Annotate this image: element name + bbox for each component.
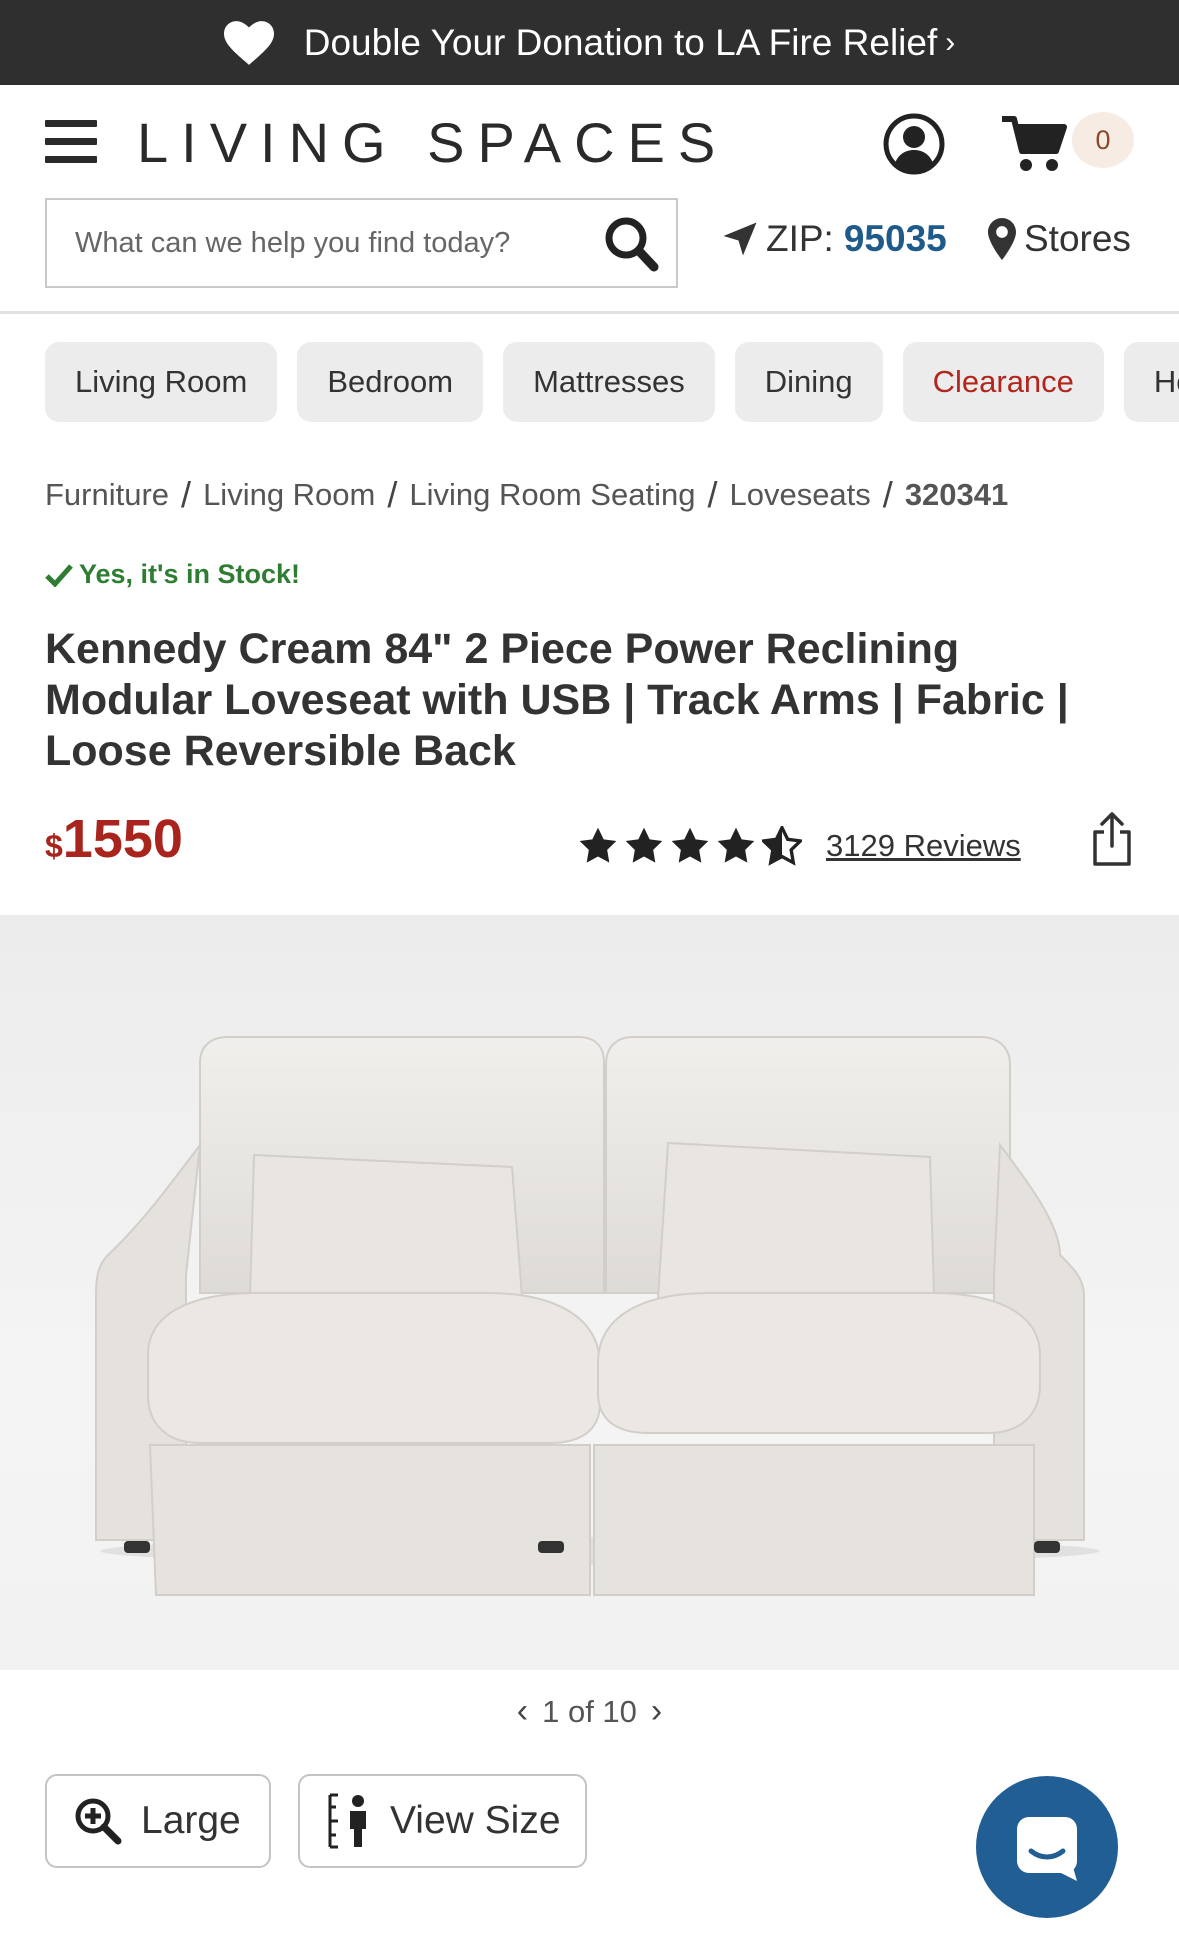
prev-image-button[interactable]: ‹ <box>517 1692 528 1731</box>
category-clearance[interactable]: Clearance <box>902 342 1104 422</box>
zoom-in-icon <box>75 1798 122 1845</box>
next-image-button[interactable]: › <box>651 1692 662 1731</box>
heart-icon <box>223 20 274 65</box>
promo-chevron: › <box>945 25 956 59</box>
location-arrow-icon <box>723 222 757 256</box>
stock-text: Yes, it's in Stock! <box>79 559 300 589</box>
stores-label: Stores <box>1024 218 1131 259</box>
view-large-button[interactable]: Large <box>45 1774 271 1868</box>
account-icon[interactable] <box>883 113 945 175</box>
stock-status: Yes, it's in Stock! <box>45 559 300 590</box>
logo[interactable]: LIVING SPACES <box>137 110 728 175</box>
category-mattresses[interactable]: Mattresses <box>503 342 715 422</box>
chat-button[interactable] <box>976 1776 1118 1918</box>
map-pin-icon <box>988 218 1016 260</box>
search-bar <box>45 198 678 288</box>
category-living-room[interactable]: Living Room <box>45 342 278 422</box>
breadcrumb-separator: / <box>882 474 893 515</box>
breadcrumb: Furniture / Living Room / Living Room Se… <box>45 474 1008 516</box>
breadcrumb-loveseats[interactable]: Loveseats <box>729 477 870 513</box>
zip-value: 95035 <box>843 218 947 259</box>
star-icon <box>717 827 755 863</box>
category-dining[interactable]: Dining <box>734 342 883 422</box>
check-icon <box>45 563 73 587</box>
product-price: $ 1550 <box>45 808 183 870</box>
breadcrumb-separator: / <box>387 474 398 515</box>
pager-text: 1 of 10 <box>542 1693 637 1729</box>
promo-text: Double Your Donation to LA Fire Relief <box>303 21 938 63</box>
product-image[interactable] <box>0 915 1179 1670</box>
search-input[interactable] <box>47 226 587 260</box>
category-home[interactable]: Ho <box>1123 342 1179 422</box>
breadcrumb-separator: / <box>181 474 192 515</box>
zip-selector[interactable]: ZIP: 95035 <box>722 218 947 260</box>
price-currency: $ <box>45 828 63 864</box>
star-icon <box>671 827 709 863</box>
view-size-button[interactable]: View Size <box>298 1774 587 1868</box>
person-height-icon <box>328 1793 366 1849</box>
promo-banner[interactable]: Double Your Donation to LA Fire Relief › <box>0 0 1179 85</box>
breadcrumb-furniture[interactable]: Furniture <box>45 477 169 513</box>
breadcrumb-separator: / <box>707 474 718 515</box>
price-amount: 1550 <box>62 809 183 869</box>
breadcrumb-living-room[interactable]: Living Room <box>203 477 375 513</box>
stores-link[interactable]: Stores <box>988 218 1131 260</box>
hamburger-menu-icon[interactable] <box>45 120 97 164</box>
search-icon[interactable] <box>602 214 660 274</box>
breadcrumb-current: 320341 <box>904 477 1009 512</box>
star-rating[interactable] <box>578 826 802 866</box>
zip-label: ZIP: <box>766 218 834 259</box>
category-bedroom[interactable]: Bedroom <box>297 342 484 422</box>
breadcrumb-living-room-seating[interactable]: Living Room Seating <box>409 477 695 513</box>
product-title: Kennedy Cream 84" 2 Piece Power Reclinin… <box>45 625 1069 775</box>
cart-count-badge[interactable]: 0 <box>1072 112 1134 168</box>
header-divider <box>0 311 1179 314</box>
category-nav: Living Room Bedroom Mattresses Dining Cl… <box>45 342 1179 422</box>
cart-icon[interactable] <box>1000 113 1068 173</box>
reviews-link[interactable]: 3129 Reviews <box>826 828 1021 864</box>
star-half-icon <box>762 826 802 866</box>
chat-icon <box>1017 1817 1077 1881</box>
image-pager: ‹ 1 of 10 › <box>0 1692 1179 1731</box>
share-icon[interactable] <box>1090 810 1134 868</box>
loveseat-image <box>95 1036 1100 1596</box>
view-large-label: Large <box>141 1799 241 1842</box>
view-size-label: View Size <box>390 1799 561 1842</box>
star-icon <box>625 827 663 863</box>
star-icon <box>579 827 617 863</box>
